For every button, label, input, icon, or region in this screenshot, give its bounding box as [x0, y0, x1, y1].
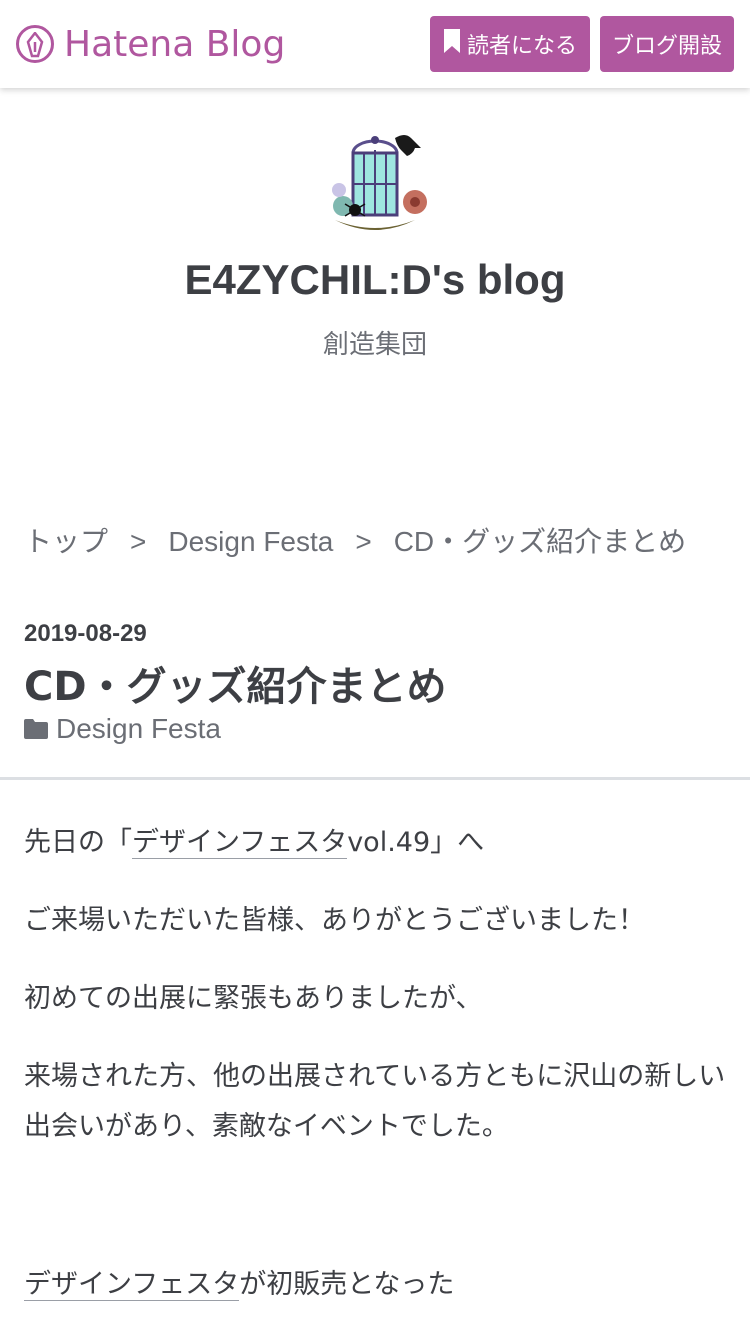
- entry-date[interactable]: 2019-08-29: [24, 620, 147, 648]
- body-text: 先日の「: [24, 827, 132, 858]
- body-paragraph: ご来場いただいた皆様、ありがとうございました！: [24, 905, 645, 936]
- blog-title[interactable]: E4ZYCHIL:D's blog: [0, 256, 750, 304]
- body-paragraph: 来場された方、他の出展されている方ともに沢山の新しい出会いがあり、素敵なイベント…: [24, 1061, 726, 1142]
- open-blog-button[interactable]: ブログ開設: [600, 16, 734, 72]
- body-paragraph: 初めての出展に緊張もありましたが、: [24, 983, 483, 1014]
- open-blog-label: ブログ開設: [611, 34, 722, 59]
- body-paragraph: デザインフェスタが初販売となった: [24, 1260, 730, 1310]
- folder-icon: [24, 719, 48, 739]
- entry-category-label: Design Festa: [56, 713, 221, 744]
- bookmark-icon: [443, 28, 461, 60]
- design-festa-link[interactable]: デザインフェスタ: [24, 1269, 240, 1301]
- logo-text: Hatena Blog: [64, 23, 286, 65]
- breadcrumb-separator: >: [130, 526, 147, 557]
- hatena-blog-logo[interactable]: Hatena Blog: [16, 22, 285, 66]
- header-divider: [0, 777, 750, 780]
- subscribe-button[interactable]: 読者になる: [430, 16, 590, 72]
- body-text: が初販売となった: [239, 1269, 455, 1300]
- breadcrumb-category-link[interactable]: Design Festa: [168, 526, 333, 557]
- body-text: vol.49」へ: [347, 827, 485, 858]
- entry-title[interactable]: CD・グッズ紹介まとめ: [24, 654, 447, 712]
- breadcrumb-current: CD・グッズ紹介まとめ: [393, 526, 687, 557]
- entry-body: 先日の「デザインフェスタvol.49」へ ご来場いただいた皆様、ありがとうござい…: [24, 818, 730, 1338]
- pen-nib-icon: [16, 25, 54, 63]
- design-festa-link[interactable]: デザインフェスタ: [132, 827, 348, 859]
- subscribe-label: 読者になる: [466, 34, 577, 59]
- blog-description: 創造集団: [322, 330, 427, 360]
- top-bar: Hatena Blog 読者になる ブログ開設: [0, 0, 750, 88]
- blog-avatar-image[interactable]: [315, 128, 435, 238]
- breadcrumb-separator: >: [355, 526, 372, 557]
- body-paragraph: 先日の「デザインフェスタvol.49」へ: [24, 818, 730, 868]
- breadcrumb-top-link[interactable]: トップ: [24, 526, 108, 557]
- breadcrumb: トップ > Design Festa > CD・グッズ紹介まとめ: [24, 520, 734, 560]
- entry-category[interactable]: Design Festa: [24, 712, 221, 746]
